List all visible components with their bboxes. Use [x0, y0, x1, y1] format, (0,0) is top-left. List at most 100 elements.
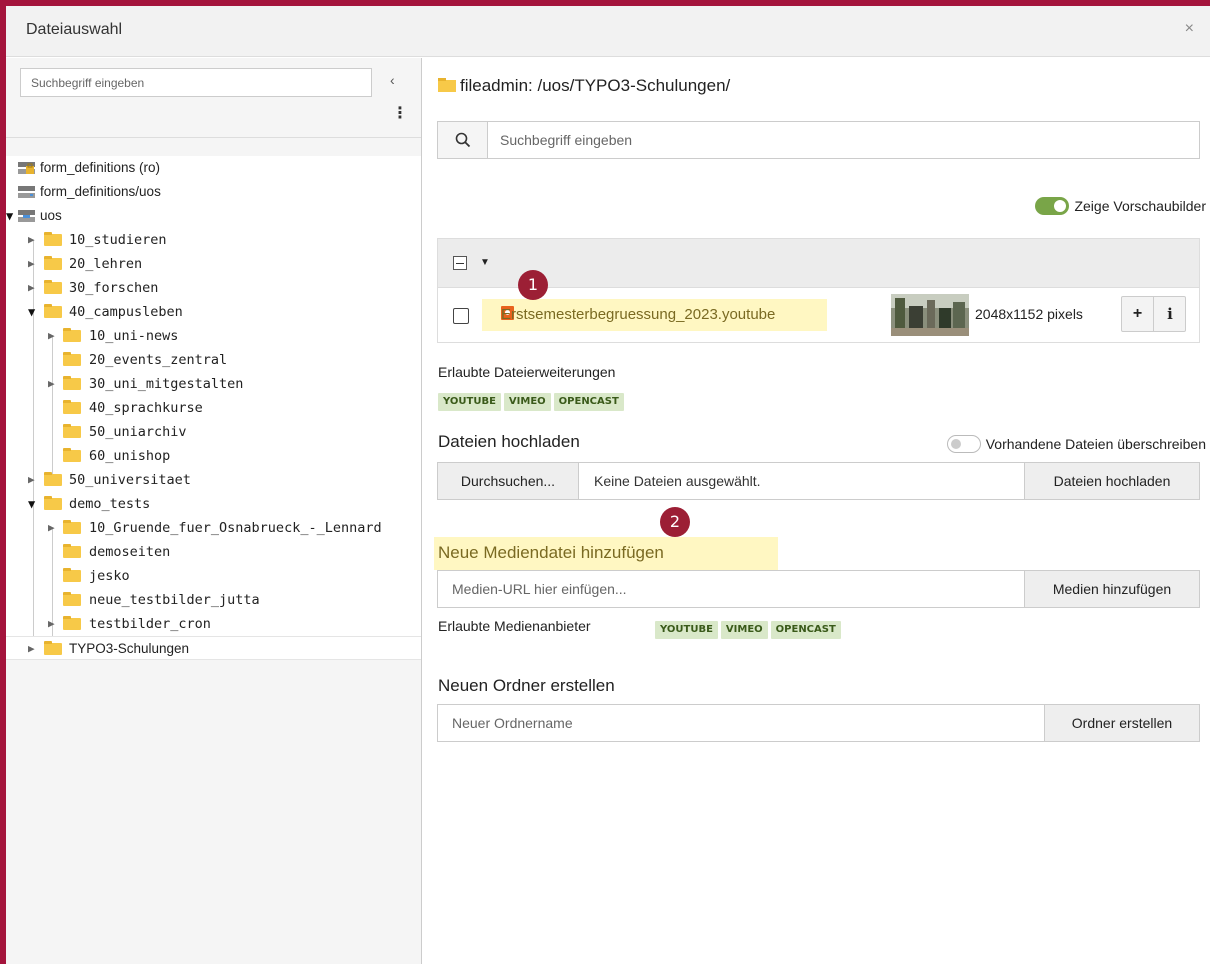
tree-item-10-uni-news[interactable]: ▶ 10_uni-news	[6, 324, 421, 348]
file-row[interactable]: Erstsemesterbegruessung_2023.youtube 204…	[438, 288, 1199, 342]
tree-item-demo-tests[interactable]: ▼ demo_tests	[6, 492, 421, 516]
tree-item-label: demoseiten	[89, 544, 171, 560]
folder-icon	[44, 280, 62, 294]
current-path: fileadmin: /uos/TYPO3-Schulungen/	[438, 76, 730, 96]
preview-toggle-label: Zeige Vorschaubilder	[1074, 198, 1206, 214]
collapsed-arrow-icon[interactable]: ▶	[48, 372, 60, 396]
media-providers-label: Erlaubte Medienanbieter	[438, 618, 591, 634]
folder-name-input[interactable]	[452, 705, 1032, 741]
tree-item-20-lehren[interactable]: ▶ 20_lehren	[6, 252, 421, 276]
folder-icon	[63, 544, 81, 558]
tree-item-form-definitions-ro[interactable]: form_definitions (ro)	[6, 156, 421, 180]
file-list-header: ▼	[438, 239, 1199, 288]
create-folder-button[interactable]: Ordner erstellen	[1044, 705, 1199, 741]
collapse-panel-icon[interactable]: ‹	[390, 72, 395, 88]
tree-item-50-uniarchiv[interactable]: 50_uniarchiv	[6, 420, 421, 444]
tree-item-50-universitaet[interactable]: ▶ 50_universitaet	[6, 468, 421, 492]
tree-item-demoseiten[interactable]: demoseiten	[6, 540, 421, 564]
folder-icon	[44, 256, 62, 270]
provider-badge: VIMEO	[720, 621, 768, 639]
extension-badge: VIMEO	[503, 393, 551, 411]
media-url-input[interactable]	[452, 571, 1012, 607]
tree-search-input[interactable]	[20, 68, 372, 97]
search-icon	[455, 132, 471, 148]
allowed-extensions-label: Erlaubte Dateierweiterungen	[438, 364, 616, 380]
upload-button[interactable]: Dateien hochladen	[1024, 463, 1199, 499]
folder-icon	[438, 78, 456, 92]
upload-title: Dateien hochladen	[438, 432, 580, 451]
expanded-arrow-icon[interactable]: ▼	[28, 492, 40, 516]
collapsed-arrow-icon[interactable]: ▶	[28, 252, 40, 276]
file-browser-panel: fileadmin: /uos/TYPO3-Schulungen/ Zeige …	[423, 58, 1210, 964]
tree-item-label: uos	[40, 208, 62, 223]
tree-item-neue-testbilder-jutta[interactable]: neue_testbilder_jutta	[6, 588, 421, 612]
add-file-button[interactable]: +	[1122, 297, 1154, 331]
folder-icon	[44, 641, 62, 655]
folder-tree: form_definitions (ro) form_definitions/u…	[6, 156, 421, 660]
media-row: Medien hinzufügen	[437, 570, 1200, 608]
no-file-label: Keine Dateien ausgewählt.	[594, 473, 761, 489]
tree-item-10-gruende[interactable]: ▶ 10_Gruende_fuer_Osnabrueck_-_Lennard	[6, 516, 421, 540]
dialog-header: Dateiauswahl ×	[6, 6, 1210, 57]
tree-item-30-uni-mitgestalten[interactable]: ▶ 30_uni_mitgestalten	[6, 372, 421, 396]
collapsed-arrow-icon[interactable]: ▶	[28, 228, 40, 252]
overwrite-label: Vorhandene Dateien überschreiben	[985, 436, 1206, 452]
file-name[interactable]: Erstsemesterbegruessung_2023.youtube	[501, 306, 775, 323]
storage-icon	[18, 210, 35, 222]
browse-button[interactable]: Durchsuchen...	[438, 463, 579, 499]
toggle-switch[interactable]	[946, 435, 981, 453]
new-folder-row: Ordner erstellen	[437, 704, 1200, 742]
collapsed-arrow-icon[interactable]: ▶	[48, 324, 60, 348]
collapsed-arrow-icon[interactable]: ▶	[28, 637, 40, 661]
tree-item-form-definitions-uos[interactable]: form_definitions/uos	[6, 180, 421, 204]
tree-item-jesko[interactable]: jesko	[6, 564, 421, 588]
folder-icon	[63, 520, 81, 534]
tree-item-label: 10_uni-news	[89, 328, 179, 344]
search-button[interactable]	[438, 122, 488, 158]
tree-item-label: TYPO3-Schulungen	[69, 641, 190, 656]
tree-item-30-forschen[interactable]: ▶ 30_forschen	[6, 276, 421, 300]
folder-icon	[44, 232, 62, 246]
tree-item-testbilder-cron[interactable]: ▶ testbilder_cron	[6, 612, 421, 636]
tree-item-10-studieren[interactable]: ▶ 10_studieren	[6, 228, 421, 252]
tree-menu-icon[interactable]: ⋮	[392, 106, 408, 122]
toggle-switch[interactable]	[1035, 197, 1070, 215]
storage-icon	[18, 186, 35, 198]
allowed-extensions: YOUTUBE VIMEO OPENCAST	[438, 391, 627, 411]
select-all-checkbox[interactable]	[453, 256, 467, 270]
tree-item-uos[interactable]: ▼ uos	[6, 204, 421, 228]
chevron-down-icon[interactable]: ▼	[480, 257, 490, 268]
info-button[interactable]: i	[1154, 297, 1186, 331]
tree-item-label: 20_lehren	[69, 256, 143, 272]
folder-icon	[44, 304, 62, 318]
collapsed-arrow-icon[interactable]: ▶	[48, 516, 60, 540]
collapsed-arrow-icon[interactable]: ▶	[28, 276, 40, 300]
close-icon[interactable]: ×	[1185, 20, 1194, 38]
provider-badge: YOUTUBE	[655, 621, 718, 639]
tree-item-typo3-schulungen[interactable]: ▶ TYPO3-Schulungen	[6, 636, 421, 660]
expanded-arrow-icon[interactable]: ▼	[6, 204, 18, 228]
overwrite-toggle[interactable]: Vorhandene Dateien überschreiben	[946, 435, 1206, 453]
tree-item-label: 30_uni_mitgestalten	[89, 376, 244, 392]
preview-toggle[interactable]: Zeige Vorschaubilder	[1035, 197, 1206, 215]
tree-item-60-unishop[interactable]: 60_unishop	[6, 444, 421, 468]
tree-item-label: 60_unishop	[89, 448, 171, 464]
tree-item-20-events-zentral[interactable]: 20_events_zentral	[6, 348, 421, 372]
folder-icon	[63, 448, 81, 462]
expanded-arrow-icon[interactable]: ▼	[28, 300, 40, 324]
folder-icon	[44, 496, 62, 510]
file-search-input[interactable]	[500, 122, 1190, 158]
tree-item-40-sprachkurse[interactable]: 40_sprachkurse	[6, 396, 421, 420]
file-name-highlight[interactable]: Erstsemesterbegruessung_2023.youtube	[482, 299, 827, 331]
tree-item-label: 40_campusleben	[69, 304, 183, 320]
folder-icon	[63, 352, 81, 366]
tree-item-label: 20_events_zentral	[89, 352, 228, 368]
collapsed-arrow-icon[interactable]: ▶	[28, 468, 40, 492]
tree-item-40-campusleben[interactable]: ▼ 40_campusleben	[6, 300, 421, 324]
collapsed-arrow-icon[interactable]: ▶	[48, 612, 60, 636]
add-media-button[interactable]: Medien hinzufügen	[1024, 571, 1199, 607]
file-checkbox[interactable]	[453, 308, 469, 324]
path-text: fileadmin: /uos/TYPO3-Schulungen/	[460, 76, 731, 95]
media-title-highlight: Neue Mediendatei hinzufügen	[434, 537, 778, 570]
file-dimensions: 2048x1152 pixels	[975, 306, 1083, 322]
